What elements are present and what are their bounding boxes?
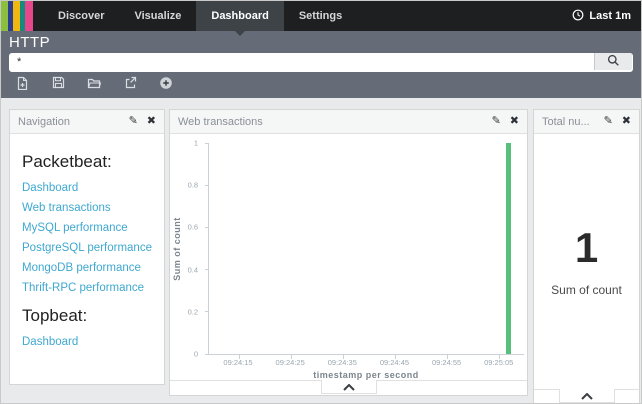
panel-navigation: Navigation ✎ ✖ Packetbeat: Dashboard Web t… bbox=[9, 109, 165, 385]
search-icon bbox=[607, 54, 620, 70]
panel-navigation-header[interactable]: Navigation ✎ ✖ bbox=[10, 110, 164, 134]
y-tick-label: 0.2 bbox=[188, 307, 198, 316]
panel-title: Web transactions bbox=[178, 116, 492, 128]
y-tick-mark bbox=[205, 354, 209, 355]
panel-web-transactions-header[interactable]: Web transactions ✎ ✖ bbox=[170, 110, 527, 134]
nav-section-heading: Topbeat: bbox=[22, 306, 152, 326]
tab-visualize[interactable]: Visualize bbox=[119, 1, 196, 31]
add-visualization-button[interactable] bbox=[155, 75, 177, 93]
dashboard-grid: Navigation ✎ ✖ Packetbeat: Dashboard Web t… bbox=[1, 98, 641, 403]
remove-panel-icon[interactable]: ✖ bbox=[510, 116, 519, 127]
x-axis-title: timestamp per second bbox=[208, 370, 524, 380]
new-dashboard-button[interactable] bbox=[11, 75, 33, 93]
nav-section-heading: Packetbeat: bbox=[22, 152, 152, 172]
y-axis-tick-labels: 10.80.60.40.20 bbox=[170, 143, 204, 354]
panel-actions: ✎ ✖ bbox=[492, 116, 519, 127]
open-folder-icon bbox=[87, 77, 101, 92]
panel-total-number: Total nu... ✎ ✖ 1 Sum of count bbox=[533, 109, 640, 404]
search-row bbox=[9, 52, 633, 71]
web-transactions-chart: Sum of count 10.80.60.40.20 09:24:1509:2… bbox=[170, 134, 527, 381]
edit-panel-icon[interactable]: ✎ bbox=[604, 116, 613, 127]
query-input[interactable] bbox=[9, 53, 633, 72]
x-tick-label: 09:24:45 bbox=[380, 358, 409, 367]
panel-web-transactions: Web transactions ✎ ✖ Sum of count 10.80.… bbox=[169, 109, 528, 396]
kibana-logo[interactable] bbox=[1, 1, 33, 31]
y-tick-label: 1 bbox=[194, 139, 198, 148]
nav-link-mongodb-performance[interactable]: MongoDB performance bbox=[22, 262, 152, 274]
metric-label: Sum of count bbox=[551, 283, 622, 297]
tab-discover[interactable]: Discover bbox=[43, 1, 119, 31]
dashboard-title: HTTP bbox=[1, 31, 641, 51]
collapse-panel-button[interactable] bbox=[321, 380, 377, 394]
logo-stripe bbox=[13, 1, 20, 31]
tab-dashboard[interactable]: Dashboard bbox=[196, 1, 283, 31]
chevron-up-icon bbox=[343, 379, 355, 394]
remove-panel-icon[interactable]: ✖ bbox=[622, 116, 631, 127]
nav-link-dashboard[interactable]: Dashboard bbox=[22, 336, 152, 348]
x-tick-label: 09:25:05 bbox=[484, 358, 513, 367]
edit-panel-icon[interactable]: ✎ bbox=[129, 116, 138, 127]
add-visualization-icon bbox=[159, 76, 173, 93]
navigation-panel-body: Packetbeat: Dashboard Web transactions MySQ… bbox=[10, 134, 164, 362]
y-tick-label: 0.6 bbox=[188, 223, 198, 232]
logo-stripe bbox=[25, 1, 33, 31]
search-button[interactable] bbox=[594, 53, 632, 70]
clock-icon bbox=[572, 9, 584, 24]
y-tick-mark bbox=[205, 227, 209, 228]
x-tick-label: 09:24:55 bbox=[432, 358, 461, 367]
y-tick-mark bbox=[205, 185, 209, 186]
logo-stripe bbox=[1, 1, 8, 31]
y-tick-label: 0.8 bbox=[188, 181, 198, 190]
nav-link-postgresql-performance[interactable]: PostgreSQL performance bbox=[22, 242, 152, 254]
query-subbar: HTTP bbox=[1, 31, 641, 98]
metric-visualization: 1 Sum of count bbox=[534, 134, 639, 390]
panel-title: Navigation bbox=[18, 116, 129, 128]
y-tick-label: 0 bbox=[194, 350, 198, 359]
panel-total-number-header[interactable]: Total nu... ✎ ✖ bbox=[534, 110, 639, 134]
save-dashboard-button[interactable] bbox=[47, 75, 69, 93]
collapse-panel-button[interactable] bbox=[559, 389, 615, 403]
kibana-dashboard-screen: DiscoverVisualizeDashboardSettings Last … bbox=[0, 0, 642, 404]
panel-title: Total nu... bbox=[542, 116, 604, 128]
panel-actions: ✎ ✖ bbox=[129, 116, 156, 127]
chevron-up-icon bbox=[581, 388, 593, 403]
edit-panel-icon[interactable]: ✎ bbox=[492, 116, 501, 127]
time-picker-button[interactable]: Last 1m bbox=[562, 1, 641, 31]
top-navbar: DiscoverVisualizeDashboardSettings Last … bbox=[1, 1, 641, 31]
x-tick-label: 09:24:35 bbox=[328, 358, 357, 367]
chart-bar[interactable] bbox=[506, 143, 511, 354]
share-dashboard-button[interactable] bbox=[119, 75, 141, 93]
x-tick-label: 09:24:15 bbox=[223, 358, 252, 367]
x-axis-tick-labels: 09:24:15 09:24:25 09:24:35 09:24:45 09:24:55… bbox=[208, 358, 524, 368]
time-picker-label: Last 1m bbox=[589, 10, 631, 22]
nav-link-thrift-rpc-performance[interactable]: Thrift-RPC performance bbox=[22, 282, 152, 294]
y-tick-mark bbox=[205, 269, 209, 270]
y-tick-mark bbox=[205, 311, 209, 312]
panel-actions: ✎ ✖ bbox=[604, 116, 631, 127]
new-dashboard-icon bbox=[16, 76, 29, 93]
panel-footer bbox=[170, 380, 527, 395]
dashboard-toolbar bbox=[11, 75, 177, 93]
nav-link-dashboard[interactable]: Dashboard bbox=[22, 182, 152, 194]
nav-tabs: DiscoverVisualizeDashboardSettings bbox=[43, 1, 357, 31]
panel-footer bbox=[534, 389, 639, 404]
tab-settings[interactable]: Settings bbox=[284, 1, 357, 31]
nav-link-mysql-performance[interactable]: MySQL performance bbox=[22, 222, 152, 234]
metric-value: 1 bbox=[575, 227, 598, 269]
chart-plot-area bbox=[208, 143, 524, 355]
save-dashboard-icon bbox=[52, 76, 65, 92]
share-icon bbox=[124, 76, 137, 92]
y-tick-mark bbox=[205, 143, 209, 144]
open-dashboard-button[interactable] bbox=[83, 75, 105, 93]
y-tick-label: 0.4 bbox=[188, 265, 198, 274]
remove-panel-icon[interactable]: ✖ bbox=[147, 116, 156, 127]
nav-link-web-transactions[interactable]: Web transactions bbox=[22, 202, 152, 214]
x-tick-label: 09:24:25 bbox=[276, 358, 305, 367]
